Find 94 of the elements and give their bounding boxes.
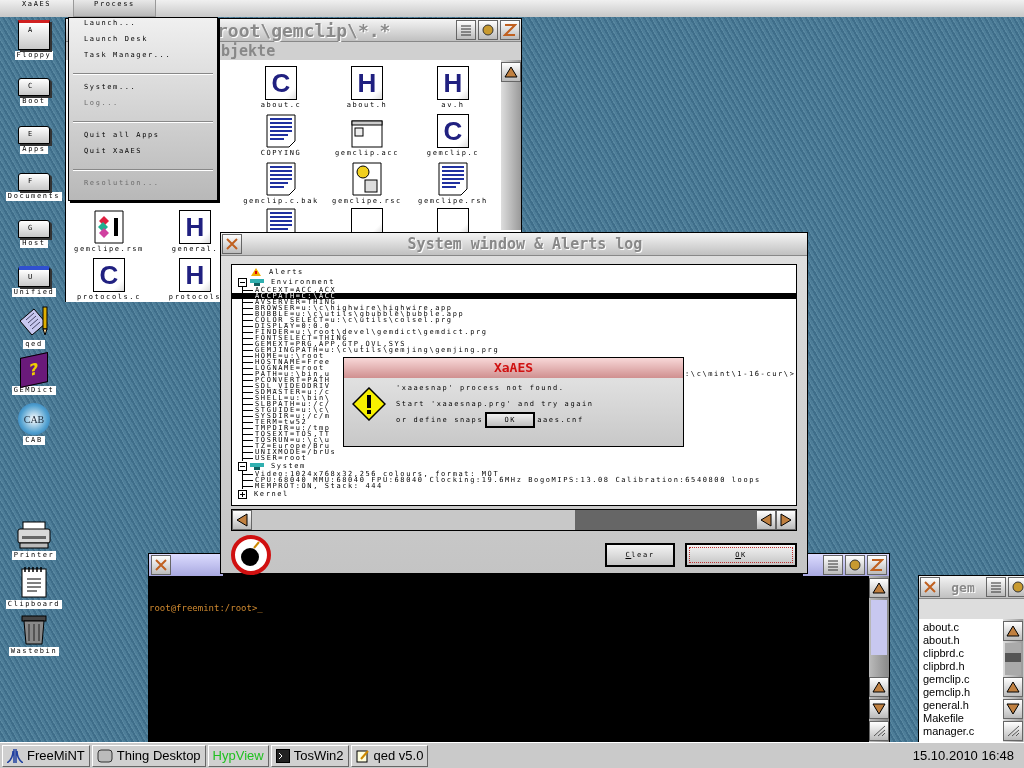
terminal-icon — [275, 748, 290, 763]
text-file-icon[interactable] — [266, 162, 296, 196]
close-icon[interactable] — [222, 234, 242, 254]
source-file-icon[interactable]: H — [179, 210, 211, 244]
source-file-icon[interactable]: H — [437, 66, 469, 100]
resource-file-icon[interactable] — [352, 162, 382, 196]
monitor-icon — [250, 462, 264, 470]
window-title: gem — [950, 579, 976, 595]
text-file-icon[interactable] — [266, 114, 296, 148]
atari-logo-icon — [7, 748, 23, 763]
scroll-left-icon[interactable] — [756, 510, 776, 530]
source-file-icon[interactable]: H — [351, 66, 383, 100]
file-list-item[interactable]: clipbrd.c — [923, 647, 1003, 660]
file-list-item[interactable]: manager.c — [923, 725, 1003, 738]
file-list-item[interactable]: about.h — [923, 634, 1003, 647]
notepad-pencil-icon[interactable] — [18, 305, 50, 339]
close-icon[interactable] — [151, 555, 171, 575]
scroll-down-icon[interactable] — [869, 699, 889, 719]
book-icon[interactable]: ? — [20, 352, 48, 388]
window-icon[interactable] — [351, 120, 383, 148]
file-list-item[interactable]: about.c — [923, 621, 1003, 634]
scrollbar[interactable] — [501, 60, 521, 230]
window-title: System window & Alerts log — [407, 235, 643, 253]
scroll-thumb[interactable] — [871, 600, 887, 655]
scroll-up-icon[interactable] — [501, 62, 521, 82]
scroll-left-icon[interactable] — [232, 510, 252, 530]
warning-icon — [352, 387, 386, 421]
file-list-item[interactable]: gemclip.c — [923, 673, 1003, 686]
file-type-letter: C — [271, 69, 291, 97]
taskbar-button[interactable]: Thing Desktop — [91, 744, 206, 767]
source-file-icon[interactable]: C — [437, 114, 469, 148]
globe-text: CAB — [23, 413, 45, 425]
file-type-letter: H — [443, 69, 463, 97]
terminal-prompt: root@freemint:/root>_ — [149, 603, 263, 613]
trash-can-icon[interactable] — [19, 612, 49, 646]
menu-lines-icon[interactable] — [456, 20, 476, 40]
menu-lines-icon[interactable] — [986, 577, 1006, 597]
scrollbar[interactable] — [869, 576, 889, 743]
iconify-icon[interactable] — [1008, 577, 1024, 597]
menu-lines-icon[interactable] — [823, 555, 843, 575]
file-list-item[interactable]: Makefile — [923, 712, 1003, 725]
scroll-thumb[interactable] — [252, 510, 756, 530]
close-icon[interactable] — [920, 577, 940, 597]
file-type-letter: C — [443, 117, 463, 145]
rounded-square-icon — [96, 748, 113, 763]
diamonds-file-icon[interactable] — [94, 210, 124, 244]
file-list-item[interactable]: general.h — [923, 699, 1003, 712]
resize-grip-icon[interactable] — [1003, 721, 1023, 741]
text-file-icon[interactable] — [266, 208, 296, 233]
monitor-icon — [250, 278, 264, 286]
clock: 15.10.2010 16:48 — [912, 748, 1015, 763]
notepad-icon[interactable] — [20, 565, 48, 599]
printer-icon[interactable] — [17, 520, 51, 550]
dialog-title: XaAES — [344, 358, 683, 378]
terminal-screen[interactable]: root@freemint:/root>_ — [149, 576, 869, 743]
source-file-icon[interactable] — [437, 208, 469, 233]
file-type-letter: H — [185, 261, 205, 289]
file-list-item[interactable]: gemclip.h — [923, 686, 1003, 699]
question-mark: ? — [29, 360, 39, 380]
fullsize-icon[interactable] — [867, 555, 887, 575]
file-type-letter: C — [99, 261, 119, 289]
expand-toggle[interactable] — [238, 489, 247, 499]
source-file-icon[interactable] — [351, 208, 383, 233]
iconify-icon[interactable] — [478, 20, 498, 40]
source-file-icon[interactable]: H — [179, 258, 211, 292]
file-list-item[interactable]: clipbrd.h — [923, 660, 1003, 673]
scroll-up-icon[interactable] — [869, 677, 889, 697]
scroll-thumb[interactable] — [1005, 643, 1021, 675]
source-file-icon[interactable]: C — [93, 258, 125, 292]
window-title: root\gemclip\*.* — [217, 19, 391, 41]
taskbar-button[interactable]: TosWin2 — [270, 744, 349, 767]
taskbar-button[interactable]: qed v5.0 — [350, 744, 429, 767]
file-type-letter: H — [357, 69, 377, 97]
title-bar[interactable] — [149, 554, 223, 576]
resize-grip-icon[interactable] — [869, 721, 889, 741]
scroll-right-icon[interactable] — [776, 510, 796, 530]
scroll-up-icon[interactable] — [869, 578, 889, 598]
scroll-up-icon[interactable] — [1003, 621, 1023, 641]
scroll-up-icon[interactable] — [1003, 677, 1023, 697]
text-file-icon[interactable] — [438, 162, 468, 196]
source-file-icon[interactable]: C — [265, 66, 297, 100]
title-bar[interactable] — [803, 554, 889, 576]
fullsize-icon[interactable] — [500, 20, 520, 40]
scrollbar[interactable] — [1003, 619, 1023, 743]
notepad-pencil-icon — [355, 748, 370, 763]
collapse-toggle[interactable] — [238, 277, 247, 287]
iconify-icon[interactable] — [845, 555, 865, 575]
scrollbar[interactable] — [231, 509, 797, 531]
globe-icon[interactable]: CAB — [18, 403, 50, 435]
taskbar-button[interactable]: FreeMiNT — [2, 744, 90, 767]
file-type-letter: H — [185, 213, 205, 241]
warning-triangle-icon — [250, 268, 262, 276]
collapse-toggle[interactable] — [238, 461, 247, 471]
scroll-down-icon[interactable] — [1003, 699, 1023, 719]
